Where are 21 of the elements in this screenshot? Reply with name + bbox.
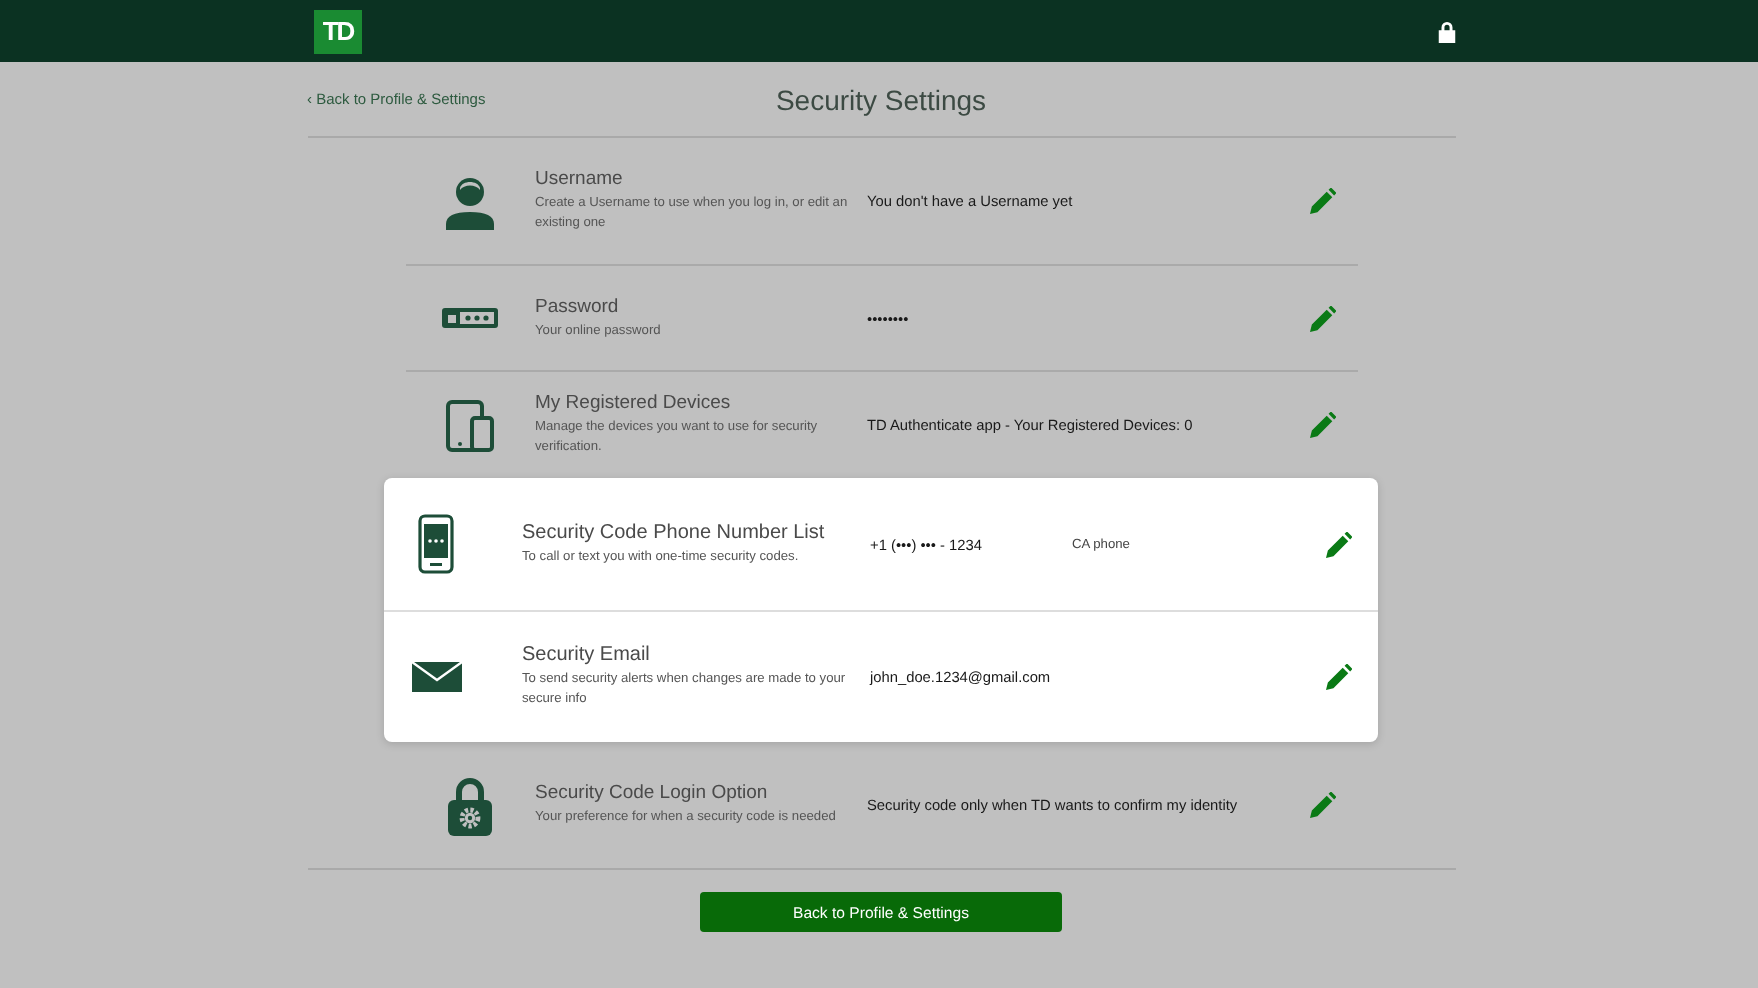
password-icon bbox=[442, 308, 498, 328]
setting-title: Security Email bbox=[522, 644, 652, 667]
edit-icon[interactable] bbox=[1309, 412, 1335, 438]
page-title: Security Settings bbox=[775, 83, 987, 115]
phone-icon bbox=[418, 514, 454, 574]
edit-icon[interactable] bbox=[1326, 664, 1352, 690]
setting-title: Security Code Login Option bbox=[535, 782, 770, 805]
lock-gear-icon bbox=[446, 775, 494, 835]
setting-title: Username bbox=[535, 168, 625, 191]
lock-icon[interactable] bbox=[1436, 19, 1458, 43]
setting-title: My Registered Devices bbox=[535, 392, 733, 415]
setting-title: Password bbox=[535, 295, 621, 318]
edit-icon[interactable] bbox=[1309, 188, 1335, 214]
envelope-icon bbox=[411, 662, 461, 692]
edit-icon[interactable] bbox=[1326, 531, 1352, 557]
devices-icon bbox=[446, 399, 494, 451]
logo[interactable]: TD bbox=[314, 9, 362, 53]
edit-icon[interactable] bbox=[1309, 305, 1335, 331]
person-icon bbox=[442, 173, 498, 229]
edit-icon[interactable] bbox=[1309, 792, 1335, 818]
setting-title: Security Code Phone Number List bbox=[522, 521, 827, 544]
